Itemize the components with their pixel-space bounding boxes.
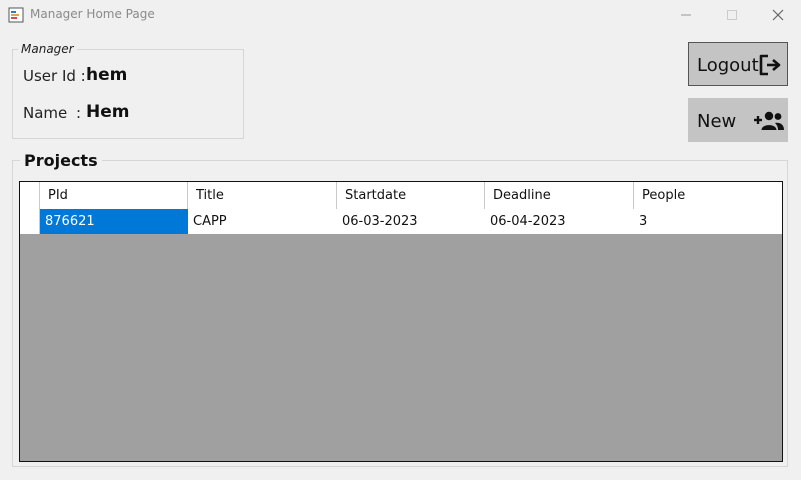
projects-group-label: Projects	[20, 151, 102, 170]
logout-button-label: Logout	[697, 55, 759, 76]
manager-home-window: Manager Home Page Manager User Id : hem …	[0, 0, 801, 480]
name-label: Name	[23, 104, 68, 122]
column-header-pid[interactable]: PId	[40, 182, 188, 209]
add-users-icon	[754, 111, 784, 130]
cell-people[interactable]: 3	[634, 209, 782, 234]
maximize-icon	[727, 10, 737, 20]
logout-icon	[759, 54, 781, 76]
cell-title[interactable]: CAPP	[188, 209, 337, 234]
logout-button[interactable]: Logout	[688, 42, 788, 86]
close-button[interactable]	[755, 0, 801, 30]
cell-pid[interactable]: 876621	[40, 209, 188, 234]
app-icon	[8, 7, 24, 23]
window-title: Manager Home Page	[30, 7, 155, 21]
user-id-value: hem	[86, 65, 128, 85]
column-header-deadline[interactable]: Deadline	[485, 182, 634, 209]
column-header-people[interactable]: People	[634, 182, 782, 209]
minimize-icon	[681, 14, 691, 16]
new-button-label: New	[697, 111, 737, 132]
table-row[interactable]: 876621 CAPP 06-03-2023 06-04-2023 3	[20, 209, 782, 234]
title-bar[interactable]: Manager Home Page	[0, 0, 801, 30]
minimize-button[interactable]	[663, 0, 709, 30]
name-value: Hem	[86, 102, 130, 122]
new-button[interactable]: New	[688, 98, 788, 142]
grid-header: PId Title Startdate Deadline People	[20, 182, 782, 210]
maximize-button[interactable]	[709, 0, 755, 30]
name-colon: :	[76, 104, 82, 122]
grid-corner-cell[interactable]	[20, 182, 40, 209]
manager-group-label: Manager	[18, 42, 77, 56]
projects-grid[interactable]: PId Title Startdate Deadline People 8766…	[19, 181, 783, 462]
user-id-label: User Id :	[23, 67, 86, 85]
column-header-startdate[interactable]: Startdate	[337, 182, 485, 209]
column-header-title[interactable]: Title	[188, 182, 337, 209]
manager-groupbox	[12, 49, 244, 139]
close-icon	[772, 9, 784, 21]
row-header[interactable]	[20, 209, 40, 234]
cell-startdate[interactable]: 06-03-2023	[337, 209, 485, 234]
cell-deadline[interactable]: 06-04-2023	[485, 209, 634, 234]
